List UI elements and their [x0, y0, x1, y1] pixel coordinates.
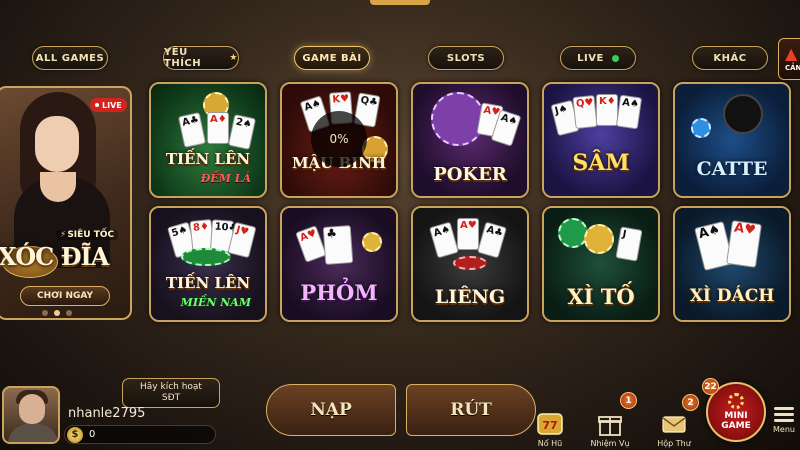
banner-tag: SIÊU TỐC [56, 230, 119, 240]
tab-label: SLOTS [446, 52, 486, 64]
game-title: CATTE [696, 158, 768, 180]
game-subtitle: MIỀN NAM [180, 296, 251, 309]
carousel-dot-active[interactable] [54, 310, 60, 316]
avatar[interactable] [2, 386, 60, 444]
activate-phone-button[interactable]: Hãy kích hoạt SĐT [122, 378, 220, 408]
tab-label: LIVE [577, 52, 604, 64]
chip-stack-icon [453, 256, 487, 270]
chip-icon [691, 118, 711, 138]
game-tile-tien-len-mien-nam[interactable]: 5♠ 8♦ 10♣ J♥ TIẾN LÊN MIỀN NAM [149, 206, 267, 322]
mini-game-line2: GAME [721, 421, 751, 431]
tab-favorites[interactable]: YÊU THÍCH ★ [163, 46, 239, 70]
card-icon: A♥ [457, 218, 479, 250]
game-lobby: ALL GAMES YÊU THÍCH ★ GAME BÀI SLOTS LIVE… [0, 0, 800, 450]
inbox-badge: 2 [682, 394, 699, 411]
activate-line2: SĐT [161, 393, 181, 403]
cancel-button[interactable]: ▲ CẢN [778, 38, 800, 80]
bomb-icon [723, 94, 763, 134]
game-title: XÌ TỐ [567, 284, 635, 309]
deposit-button[interactable]: NẠP [266, 384, 396, 436]
warning-icon: ▲ [785, 44, 798, 63]
carousel-dot[interactable] [66, 310, 72, 316]
svg-text:77: 77 [542, 419, 557, 432]
coin-icon [362, 232, 382, 252]
activate-line1: Hãy kích hoạt [140, 382, 202, 392]
nav-label: Hộp Thư [657, 439, 691, 448]
chip-icon [558, 218, 588, 248]
tab-all-games[interactable]: ALL GAMES [32, 46, 108, 70]
game-tile-lieng[interactable]: A♠ A♥ A♣ LIÊNG [411, 206, 529, 322]
card-icon: K♦ [596, 94, 618, 126]
nav-label: Nổ Hũ [537, 439, 563, 448]
banner-title: XÓC ĐĨA [0, 242, 109, 271]
carousel-dot[interactable] [42, 310, 48, 316]
nav-label: Nhiệm Vụ [590, 439, 630, 448]
card-icon: A♥ [726, 220, 762, 268]
tab-slots[interactable]: SLOTS [428, 46, 504, 70]
missions-badge: 1 [620, 392, 637, 409]
game-tile-phom[interactable]: A♥ ♣ PHỎM [280, 206, 398, 322]
mini-game-badge: 22 [702, 378, 719, 395]
game-tile-xi-to[interactable]: J XÌ TỐ [542, 206, 660, 322]
game-title: PHỎM [300, 280, 378, 305]
tab-card-games[interactable]: GAME BÀI [294, 46, 370, 70]
poker-chip-icon [431, 92, 485, 146]
menu-icon [774, 404, 794, 425]
loading-progress: 0% [311, 111, 367, 167]
game-title: SÂM [572, 150, 630, 176]
carousel-dots [42, 310, 72, 316]
game-title: TIẾN LÊN [165, 150, 251, 168]
username: nhanle2795 [68, 406, 146, 421]
featured-banner-xoc-dia[interactable]: LIVE SIÊU TỐC XÓC ĐĨA CHƠI NGAY [0, 86, 132, 320]
menu-button[interactable]: Menu [768, 404, 800, 448]
play-now-button[interactable]: CHƠI NGAY [20, 286, 110, 306]
game-tile-xi-dach[interactable]: A♠ A♥ XÌ DÁCH [673, 206, 791, 322]
live-badge: LIVE [90, 98, 127, 112]
nav-jackpot[interactable]: 77 Nổ Hũ [524, 402, 576, 448]
live-status-icon [611, 54, 619, 62]
game-title: XÌ DÁCH [689, 286, 775, 306]
slot-777-icon: 77 [536, 411, 564, 437]
cancel-label: CẢN [785, 64, 800, 72]
mail-icon [660, 411, 688, 437]
game-title: TIẾN LÊN [165, 274, 251, 292]
game-title: POKER [433, 164, 507, 185]
star-icon: ★ [229, 53, 238, 63]
game-tile-sam[interactable]: J♠ Q♥ K♦ A♠ SÂM [542, 82, 660, 198]
live-dot-icon [95, 103, 99, 107]
game-tile-poker[interactable]: A♥ A♠ POKER [411, 82, 529, 198]
dealer-face [35, 116, 79, 172]
table-icon [181, 248, 231, 266]
tab-other[interactable]: KHÁC [692, 46, 768, 70]
game-tile-catte[interactable]: CATTE [673, 82, 791, 198]
chip-icon [584, 224, 614, 254]
balance-display: $ 0 [64, 425, 216, 444]
mini-game-icon [728, 393, 744, 409]
avatar-head [19, 394, 45, 424]
card-icon: ♣ [322, 225, 354, 265]
live-badge-label: LIVE [102, 100, 122, 110]
coin-icon: $ [67, 426, 83, 443]
card-icon: A♦ [207, 112, 229, 144]
game-subtitle: ĐẾM LÁ [200, 172, 251, 185]
tab-label: KHÁC [713, 52, 747, 64]
avatar-body [8, 424, 58, 442]
tab-label: GAME BÀI [302, 52, 362, 64]
nav-label: Menu [773, 425, 795, 434]
top-ornament [370, 0, 430, 5]
tab-label: ALL GAMES [35, 52, 105, 64]
withdraw-button[interactable]: RÚT [406, 384, 536, 436]
mini-game-line1: MINI [724, 411, 748, 421]
tab-live[interactable]: LIVE [560, 46, 636, 70]
tab-label: YÊU THÍCH [164, 47, 202, 69]
game-tile-tien-len-dem-la[interactable]: A♣ A♦ 2♠ TIẾN LÊN ĐẾM LÁ [149, 82, 267, 198]
card-icon: A♠ [615, 94, 643, 130]
game-title: LIÊNG [434, 286, 506, 308]
gift-icon [596, 411, 624, 437]
card-icon: Q♥ [572, 94, 598, 130]
balance-value: 0 [89, 429, 96, 440]
